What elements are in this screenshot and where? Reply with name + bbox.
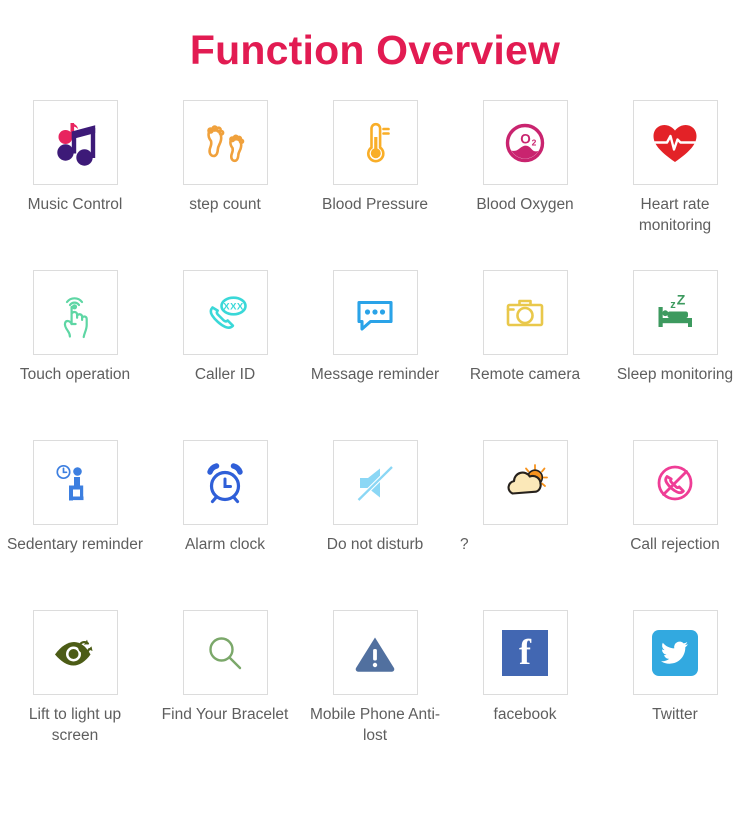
function-label: Blood Oxygen xyxy=(476,196,574,213)
mute-speaker-icon xyxy=(347,455,403,511)
function-cell-do-not-disturb[interactable]: Do not disturb xyxy=(300,440,450,610)
sedentary-person-icon xyxy=(47,455,103,511)
twitter-icon xyxy=(652,629,698,676)
icon-tile[interactable]: O 2 xyxy=(482,100,568,185)
function-label: Blood Pressure xyxy=(322,196,428,213)
icon-tile[interactable] xyxy=(482,270,568,355)
icon-tile[interactable] xyxy=(632,100,718,185)
function-label: Do not disturb xyxy=(326,536,424,553)
function-cell-blood-pressure[interactable]: Blood Pressure xyxy=(300,100,450,270)
svg-text:Z: Z xyxy=(677,291,686,307)
function-cell-mobile-phone-anti-lost[interactable]: Mobile Phone Anti-lost xyxy=(300,610,450,780)
function-cell-twitter[interactable]: Twitter xyxy=(600,610,750,780)
icon-tile[interactable] xyxy=(482,440,568,525)
function-label: step count xyxy=(189,196,261,213)
speech-bubble-icon xyxy=(347,285,403,341)
icon-tile[interactable] xyxy=(182,440,268,525)
music-note-icon xyxy=(47,115,103,171)
function-label: Heart rate monitoring xyxy=(638,196,712,235)
thermometer-icon xyxy=(347,115,403,171)
function-cell-lift-to-light-up-screen[interactable]: Lift to light up screen xyxy=(0,610,150,780)
function-cell-sedentary-reminder[interactable]: Sedentary reminder xyxy=(0,440,150,610)
function-label: Find Your Bracelet xyxy=(161,706,289,723)
eye-refresh-icon xyxy=(47,625,103,681)
alarm-clock-icon xyxy=(197,455,253,511)
function-cell-alarm-clock[interactable]: Alarm clock xyxy=(150,440,300,610)
caller-id-phone-icon: XXX xyxy=(197,285,253,341)
function-cell-weather[interactable]: ? xyxy=(450,440,600,610)
camera-icon xyxy=(497,285,553,341)
icon-tile[interactable] xyxy=(632,610,718,695)
svg-text:O: O xyxy=(520,131,531,146)
weather-sun-cloud-icon xyxy=(497,455,553,511)
function-cell-music-control[interactable]: Music Control xyxy=(0,100,150,270)
function-cell-sleep-monitoring[interactable]: z Z Sleep monitoring xyxy=(600,270,750,440)
touch-hand-icon xyxy=(47,285,103,341)
warning-triangle-icon xyxy=(347,625,403,681)
function-label: Mobile Phone Anti-lost xyxy=(309,706,441,745)
icon-tile[interactable] xyxy=(32,440,118,525)
magnifier-icon xyxy=(197,625,253,681)
function-overview-page: Function Overview Music Control step cou… xyxy=(0,0,750,818)
function-cell-heart-rate-monitoring[interactable]: Heart rate monitoring xyxy=(600,100,750,270)
svg-text:2: 2 xyxy=(532,137,537,147)
function-cell-call-rejection[interactable]: Call rejection xyxy=(600,440,750,610)
icon-tile[interactable] xyxy=(332,100,418,185)
svg-text:XXX: XXX xyxy=(223,301,244,312)
function-label: Call rejection xyxy=(630,536,720,553)
function-label: facebook xyxy=(493,706,557,723)
footprints-icon xyxy=(197,115,253,171)
icon-tile[interactable] xyxy=(32,100,118,185)
function-cell-step-count[interactable]: step count xyxy=(150,100,300,270)
function-cell-caller-id[interactable]: XXX Caller ID xyxy=(150,270,300,440)
heart-pulse-icon xyxy=(647,115,703,171)
function-label: Lift to light up screen xyxy=(28,706,122,745)
function-cell-touch-operation[interactable]: Touch operation xyxy=(0,270,150,440)
blood-oxygen-icon: O 2 xyxy=(497,115,553,171)
function-label: Twitter xyxy=(652,706,698,723)
icon-tile[interactable] xyxy=(32,270,118,355)
function-cell-find-your-bracelet[interactable]: Find Your Bracelet xyxy=(150,610,300,780)
icon-tile[interactable]: XXX xyxy=(182,270,268,355)
function-label: Message reminder xyxy=(310,366,440,383)
icon-tile[interactable] xyxy=(332,270,418,355)
function-cell-message-reminder[interactable]: Message reminder xyxy=(300,270,450,440)
function-label: Sleep monitoring xyxy=(616,366,734,383)
function-cell-remote-camera[interactable]: Remote camera xyxy=(450,270,600,440)
icon-tile[interactable]: z Z xyxy=(632,270,718,355)
icon-tile[interactable] xyxy=(332,440,418,525)
function-label: Sedentary reminder xyxy=(6,536,144,553)
function-label: Touch operation xyxy=(19,366,131,383)
function-cell-facebook[interactable]: f facebook xyxy=(450,610,600,780)
function-cell-blood-oxygen[interactable]: O 2 Blood Oxygen xyxy=(450,100,600,270)
sleeping-bed-icon: z Z xyxy=(647,285,703,341)
icon-tile[interactable] xyxy=(632,440,718,525)
function-label: ? xyxy=(460,536,469,553)
function-grid: Music Control step count Blood Pressure … xyxy=(0,100,750,780)
function-label: Alarm clock xyxy=(184,536,266,553)
icon-tile[interactable] xyxy=(182,100,268,185)
icon-tile[interactable] xyxy=(182,610,268,695)
page-title: Function Overview xyxy=(189,27,561,73)
icon-tile[interactable] xyxy=(32,610,118,695)
svg-text:z: z xyxy=(670,299,676,311)
call-reject-icon xyxy=(647,455,703,511)
function-label: Remote camera xyxy=(469,366,581,383)
function-label: Caller ID xyxy=(194,366,256,383)
function-label: Music Control xyxy=(27,196,123,213)
icon-tile[interactable] xyxy=(332,610,418,695)
icon-tile[interactable]: f xyxy=(482,610,568,695)
facebook-icon: f xyxy=(502,629,548,676)
